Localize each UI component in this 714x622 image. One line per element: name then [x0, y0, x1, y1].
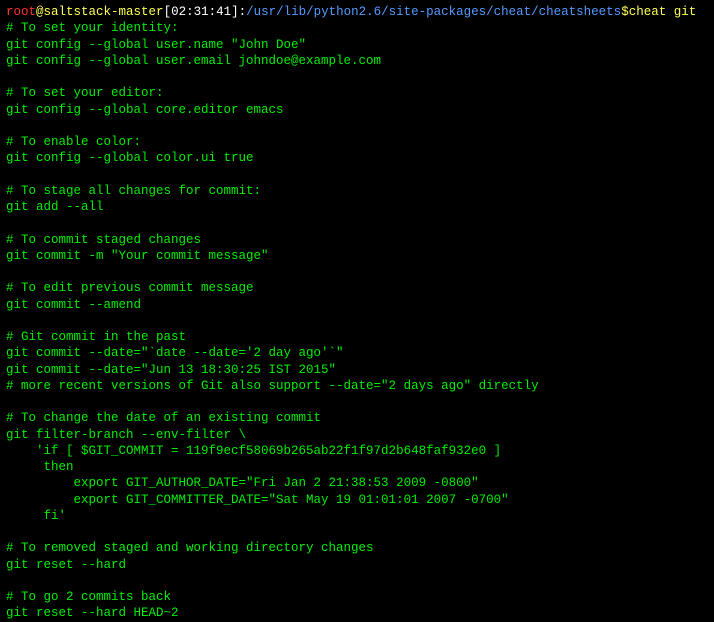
prompt-colon: :	[239, 5, 247, 19]
prompt-dollar: $	[621, 5, 629, 19]
prompt-host: saltstack-master	[44, 5, 164, 19]
prompt-command: cheat git	[629, 5, 697, 19]
prompt-path: /usr/lib/python2.6/site-packages/cheat/c…	[246, 5, 621, 19]
prompt-rbracket: ]	[231, 5, 239, 19]
prompt-lbracket: [	[164, 5, 172, 19]
terminal-output: # To set your identity: git config --glo…	[6, 20, 708, 621]
prompt-line[interactable]: root@saltstack-master[02:31:41]:/usr/lib…	[6, 4, 708, 20]
prompt-at: @	[36, 5, 44, 19]
prompt-user: root	[6, 5, 36, 19]
prompt-time: 02:31:41	[171, 5, 231, 19]
